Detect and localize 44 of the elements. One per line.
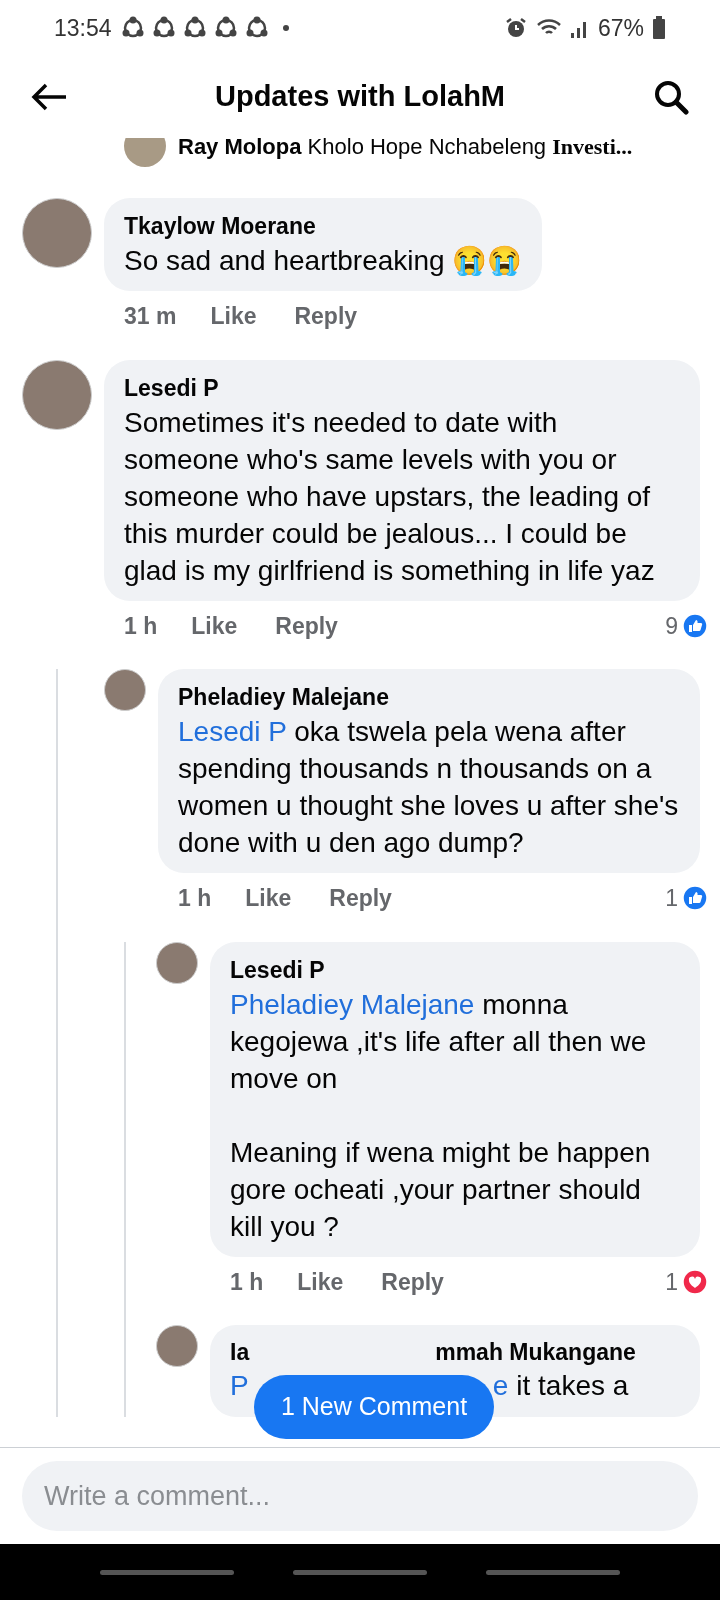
mention-link[interactable]: Pheladiey Malejane bbox=[230, 988, 475, 1020]
avatar[interactable] bbox=[156, 941, 198, 984]
battery-icon bbox=[652, 16, 666, 40]
comment-text: So sad and heartbreaking 😭😭 bbox=[124, 244, 523, 278]
new-comment-button[interactable]: 1 New Comment bbox=[254, 1375, 494, 1439]
comment-time: 1 h bbox=[230, 1267, 264, 1297]
comment-text: Lesedi P oka tswela pela wena after spending thousands n thousands on a women u thought she loves u after she's done with u den ago dump? bbox=[178, 715, 680, 860]
nav-bar-handle[interactable] bbox=[99, 1569, 234, 1575]
comment-action[interactable]: Reply bbox=[381, 1264, 444, 1299]
comment-text: it takes a bbox=[516, 1369, 629, 1403]
comment-time: 1 h bbox=[124, 611, 158, 641]
comment-action[interactable]: Like bbox=[210, 299, 257, 334]
author-name[interactable]: Tkaylow Moerane bbox=[124, 210, 523, 242]
status-time: 13:54 bbox=[54, 13, 112, 43]
mention-link[interactable]: P bbox=[230, 1367, 249, 1405]
comment-text: Sometimes it's needed to date with someone who's same levels with you or someone who have upstars, the leading of this murder could be jealous... I could be glad is my girlfriend is something in life yaz bbox=[124, 405, 656, 588]
dot-icon bbox=[281, 24, 290, 32]
reaction-count: 9 bbox=[665, 611, 678, 641]
author-name[interactable]: Ia bbox=[230, 1337, 250, 1367]
mention-link[interactable]: Lesedi P bbox=[178, 716, 287, 747]
author-name[interactable]: Lesedi P bbox=[230, 953, 680, 986]
comment-action[interactable]: Reply bbox=[329, 881, 392, 916]
comment-action[interactable]: Like bbox=[245, 881, 292, 916]
mention-link[interactable]: e bbox=[492, 1367, 509, 1405]
reaction-count: 1 bbox=[665, 1267, 678, 1297]
author-name[interactable]: Pheladiey Malejane bbox=[178, 681, 680, 713]
author-name[interactable]: Lesedi P bbox=[124, 371, 680, 404]
page-title: Updates with LolahM bbox=[214, 79, 506, 115]
comment-time: 1 h bbox=[178, 884, 212, 913]
nav-bar-handle[interactable] bbox=[486, 1569, 621, 1575]
comment-text: Pheladiey Malejane monna kegojewa ,it's life after all then we move on Meaning if wena might be happen gore ocheati ,your partner should kill you ? bbox=[230, 987, 652, 1244]
avatar[interactable] bbox=[104, 669, 146, 711]
comment-action[interactable]: Reply bbox=[275, 608, 338, 643]
reaction-count: 1 bbox=[665, 884, 678, 913]
nav-bar-handle[interactable] bbox=[293, 1569, 427, 1575]
comment-action[interactable]: Like bbox=[297, 1264, 344, 1299]
battery-percent: 67% bbox=[597, 13, 644, 43]
comment-input[interactable]: Write a comment... bbox=[22, 1461, 698, 1531]
author-name[interactable]: mmah Mukangane bbox=[435, 1337, 636, 1367]
comment-action[interactable]: Like bbox=[191, 608, 238, 643]
comment-time: 31 m bbox=[124, 302, 177, 331]
avatar[interactable] bbox=[156, 1325, 198, 1367]
reply-preview[interactable]: Ray Molopa Kholo Hope Nchabeleng Investi... bbox=[178, 138, 633, 163]
comment-action[interactable]: Reply bbox=[294, 299, 358, 334]
